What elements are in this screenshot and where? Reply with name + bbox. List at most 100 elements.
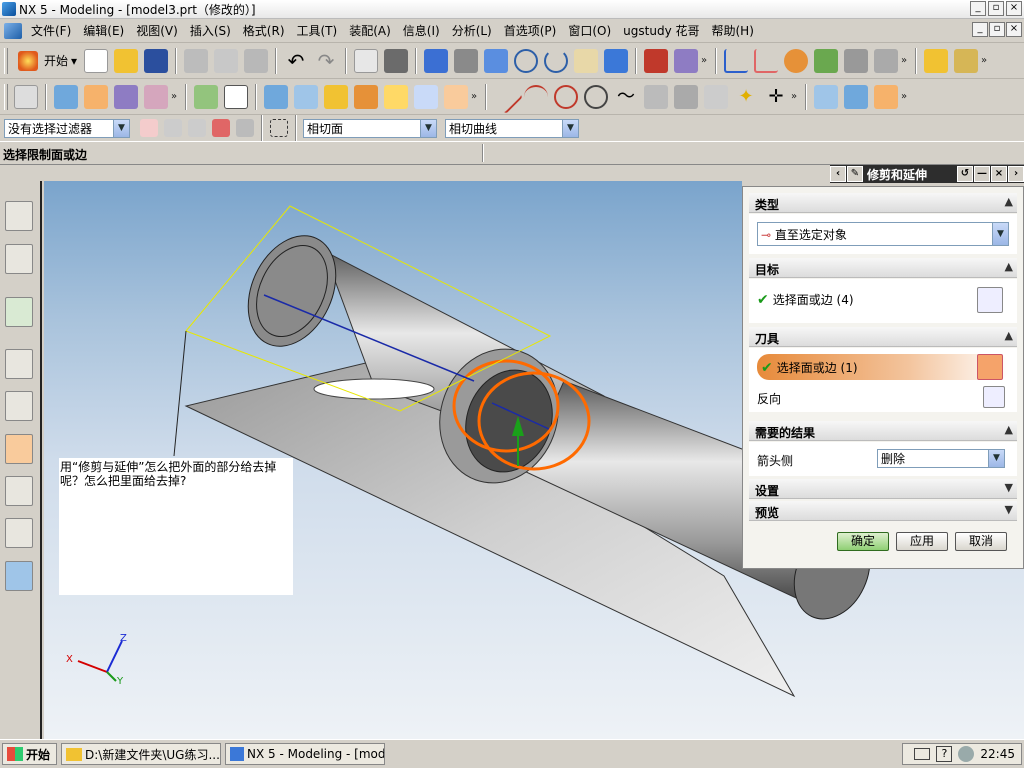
hole-icon[interactable] — [384, 84, 408, 109]
properties-icon[interactable] — [354, 48, 379, 73]
sphere-icon[interactable] — [354, 84, 378, 109]
snap-icon[interactable] — [784, 48, 809, 73]
doc-minimize-button[interactable]: _ — [972, 22, 988, 37]
menu-assembly[interactable]: 装配(A) — [343, 22, 397, 39]
open-folder-icon[interactable] — [114, 48, 139, 73]
section-type[interactable]: 类型 ▲ — [749, 193, 1017, 213]
part-navigator-tab-icon[interactable] — [5, 201, 33, 231]
toolbar-overflow-icon[interactable]: » — [171, 91, 181, 102]
toolbar-overflow-icon[interactable]: » — [981, 55, 991, 66]
menu-edit[interactable]: 编辑(E) — [77, 22, 130, 39]
datum-point-icon[interactable]: ✛ — [764, 85, 788, 109]
section-result[interactable]: 需要的结果 ▲ — [749, 421, 1017, 441]
doc-close-button[interactable]: × — [1006, 22, 1022, 37]
curve-network-icon[interactable] — [704, 84, 728, 109]
extrude-icon[interactable] — [54, 84, 78, 109]
menu-view[interactable]: 视图(V) — [130, 22, 184, 39]
arrow-side-dropdown[interactable]: 删除 ▼ — [877, 449, 1005, 468]
roles-tab-icon[interactable] — [5, 518, 33, 548]
start-menu-button[interactable]: 开始 ▾ — [11, 50, 81, 71]
snap-point-icon[interactable] — [212, 119, 230, 137]
spline-icon[interactable]: 〜 — [614, 85, 638, 109]
keyboard-icon[interactable] — [914, 748, 931, 760]
section-target[interactable]: 目标 ▲ — [749, 258, 1017, 278]
history-tab-icon[interactable] — [5, 349, 33, 379]
zoom-window-icon[interactable] — [454, 48, 479, 73]
type-filter-dropdown[interactable]: 没有选择过滤器 ▼ — [4, 118, 130, 138]
component-icon[interactable] — [674, 48, 699, 73]
point-set-icon[interactable]: ✦ — [734, 85, 758, 109]
close-icon[interactable]: × — [991, 166, 1007, 182]
menu-format[interactable]: 格式(R) — [237, 22, 291, 39]
reverse-direction-icon[interactable] — [983, 386, 1005, 408]
toolbar-overflow-icon[interactable]: » — [471, 91, 481, 102]
close-button[interactable]: × — [1006, 1, 1022, 16]
binoculars-icon[interactable] — [384, 48, 409, 73]
tube-icon[interactable] — [144, 84, 168, 109]
collapse-icon[interactable]: — — [974, 166, 990, 182]
pocket-icon[interactable] — [444, 84, 468, 109]
trim-extend-icon[interactable] — [874, 84, 898, 109]
wcs-icon[interactable] — [754, 48, 779, 73]
system-scenes-tab-icon[interactable] — [5, 561, 33, 591]
tool-crosshair-icon[interactable] — [977, 354, 1003, 380]
taskbar-item-folder[interactable]: D:\新建文件夹\UG练习... — [61, 743, 222, 765]
draft-icon[interactable] — [954, 48, 979, 73]
target-select-row[interactable]: ✔ 选择面或边 (4) — [757, 291, 854, 308]
part-navigator-icon[interactable] — [14, 84, 38, 109]
wrench-icon[interactable]: ✎ — [847, 166, 863, 182]
new-file-icon[interactable] — [84, 48, 109, 73]
chevron-left-icon[interactable]: ‹ — [830, 166, 846, 182]
offset-curve-icon[interactable] — [644, 84, 668, 109]
paste-icon[interactable] — [244, 48, 269, 73]
deselect-icon[interactable] — [236, 119, 254, 137]
magnify-icon[interactable] — [514, 48, 539, 73]
cancel-button[interactable]: 取消 — [955, 532, 1007, 551]
sweep-icon[interactable] — [114, 84, 138, 109]
boss-icon[interactable] — [414, 84, 438, 109]
menu-file[interactable]: 文件(F) — [25, 22, 77, 39]
cut-icon[interactable] — [184, 48, 209, 73]
line-icon[interactable] — [489, 79, 523, 114]
datum-csys-icon[interactable] — [724, 48, 749, 73]
toolbar-overflow-icon[interactable]: » — [701, 55, 711, 66]
chevron-right-icon[interactable]: › — [1008, 166, 1024, 182]
redo-icon[interactable]: ↷ — [314, 49, 338, 73]
section-preview[interactable]: 预览 ▼ — [749, 501, 1017, 521]
reuse-library-tab-icon[interactable] — [5, 391, 33, 421]
trim-type-dropdown[interactable]: ⊸ 直至选定对象 ▼ — [757, 222, 1009, 246]
ok-button[interactable]: 确定 — [837, 532, 889, 551]
help-icon[interactable]: ? — [936, 746, 953, 762]
select-filter-icon[interactable] — [140, 119, 158, 137]
menu-insert[interactable]: 插入(S) — [184, 22, 237, 39]
select-faces-icon[interactable] — [188, 119, 206, 137]
section-tool[interactable]: 刀具 ▲ — [749, 327, 1017, 347]
toolbar-overflow-icon[interactable]: » — [901, 91, 911, 102]
fit-view-icon[interactable] — [424, 48, 449, 73]
section-settings[interactable]: 设置 ▼ — [749, 479, 1017, 499]
datum-plane-icon[interactable] — [224, 84, 248, 109]
taskbar-item-nx[interactable]: NX 5 - Modeling - [model... — [225, 743, 386, 765]
process-studio-tab-icon[interactable] — [5, 476, 33, 506]
bridge-curve-icon[interactable] — [674, 84, 698, 109]
volume-icon[interactable] — [958, 746, 975, 762]
cylinder-icon[interactable] — [294, 84, 318, 109]
zoom-icon[interactable] — [484, 48, 509, 73]
menu-ugstudy[interactable]: ugstudy 花哥 — [617, 22, 705, 39]
target-crosshair-icon[interactable] — [977, 287, 1003, 313]
toolbar-overflow-icon[interactable]: » — [901, 55, 911, 66]
apply-button[interactable]: 应用 — [896, 532, 948, 551]
surface-icon[interactable] — [814, 84, 838, 109]
menu-window[interactable]: 窗口(O) — [562, 22, 617, 39]
doc-restore-button[interactable]: ▫ — [989, 22, 1005, 37]
menu-info[interactable]: 信息(I) — [397, 22, 446, 39]
point-icon[interactable] — [584, 84, 608, 109]
minimize-button[interactable]: _ — [970, 1, 986, 16]
toolbar-overflow-icon[interactable]: » — [791, 91, 801, 102]
measure-icon[interactable] — [844, 48, 869, 73]
menu-analysis[interactable]: 分析(L) — [446, 22, 498, 39]
palette-tab-icon[interactable] — [5, 434, 33, 464]
rotate-icon[interactable] — [544, 48, 569, 73]
undo-selection-icon[interactable] — [164, 119, 182, 137]
shaded-view-icon[interactable] — [604, 48, 629, 73]
